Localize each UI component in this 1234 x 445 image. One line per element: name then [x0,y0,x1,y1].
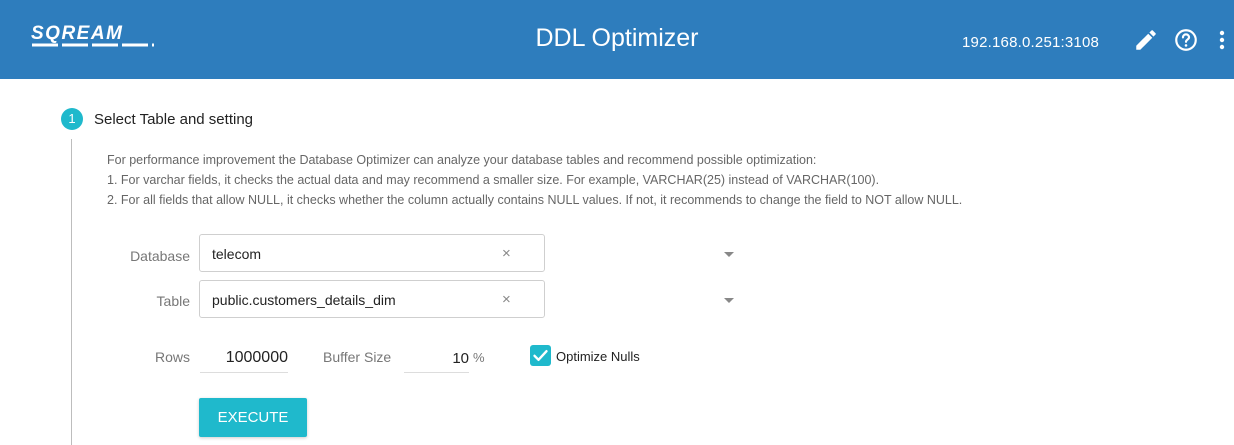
table-label: Table [156,293,190,309]
table-clear-icon[interactable]: × [502,291,511,308]
database-selected-value: telecom [212,246,262,262]
description-item-null: 2. For all fields that allow NULL, it ch… [107,193,963,207]
help-circle-icon[interactable] [1173,27,1199,53]
table-dropdown-arrow-icon[interactable] [724,298,734,303]
rows-label: Rows [154,349,190,365]
database-label: Database [130,248,190,264]
more-vertical-icon[interactable] [1214,27,1230,53]
buffer-size-input[interactable] [404,344,469,373]
database-clear-icon[interactable]: × [502,245,511,262]
optimize-nulls-checkbox[interactable] [530,345,551,366]
step-title: Select Table and setting [94,111,254,128]
description-intro: For performance improvement the Database… [107,153,817,167]
database-dropdown-arrow-icon[interactable] [724,252,734,257]
database-select[interactable]: telecom × [199,234,734,272]
table-selected-value: public.customers_details_dim [212,292,396,308]
pencil-icon[interactable] [1133,27,1159,53]
buffer-size-label: Buffer Size [323,349,392,365]
optimizer-description: For performance improvement the Database… [107,150,962,210]
table-select[interactable]: public.customers_details_dim × [199,280,734,318]
execute-button[interactable]: EXECUTE [199,398,307,437]
description-item-varchar: 1. For varchar fields, it checks the act… [107,173,880,187]
app-header: SQREAM DDL Optimizer 192.168.0.251:3108 [0,0,1234,79]
percent-sign: % [473,350,485,365]
step-connector-line [71,139,72,445]
step-number-badge: 1 [61,108,83,130]
optimize-nulls-label[interactable]: Optimize Nulls [556,349,640,364]
rows-input[interactable] [200,344,288,373]
server-address: 192.168.0.251:3108 [962,34,1100,51]
